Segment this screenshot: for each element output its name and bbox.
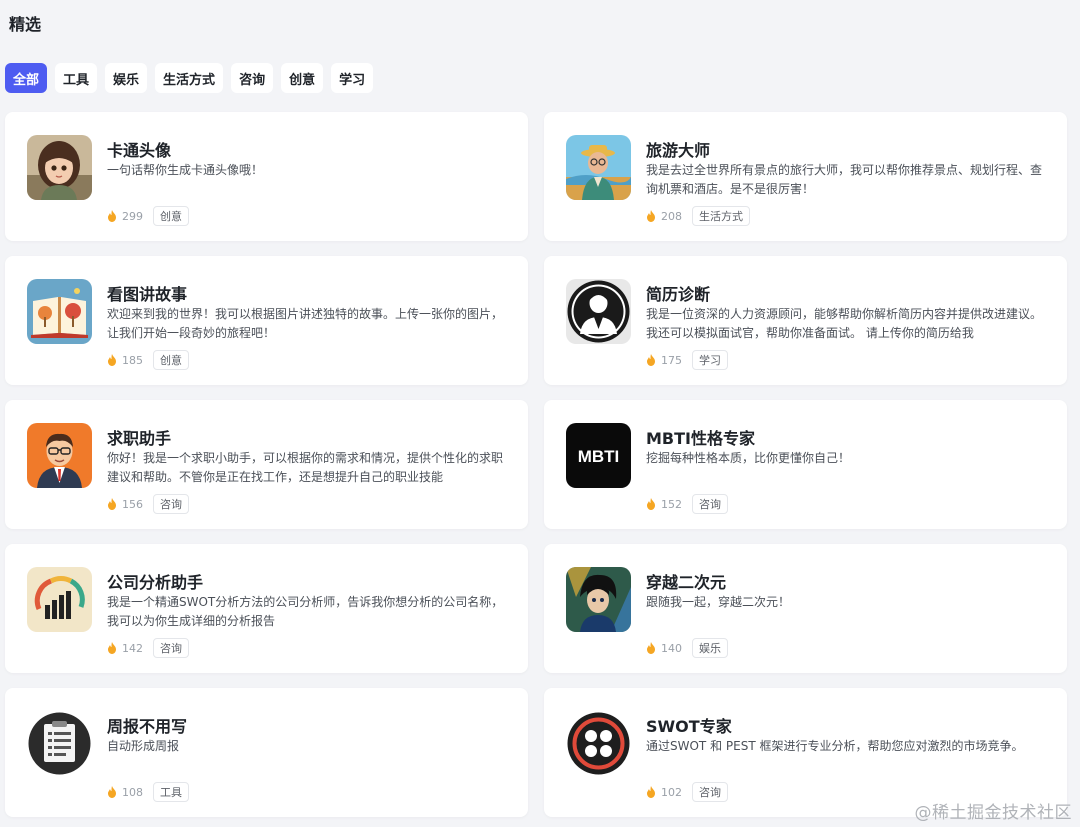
tab-lifestyle[interactable]: 生活方式: [155, 63, 224, 93]
tab-learning[interactable]: 学习: [331, 63, 374, 93]
usage-count: 142: [122, 641, 143, 655]
watermark: @稀土掘金技术社区: [914, 803, 1072, 823]
usage-count: 102: [661, 785, 682, 799]
card-meta: 175 学习: [646, 350, 728, 370]
traveler-avatar-icon: [566, 135, 631, 200]
tab-creative[interactable]: 创意: [281, 63, 324, 93]
tab-tools[interactable]: 工具: [55, 63, 98, 93]
tab-all[interactable]: 全部: [5, 63, 48, 93]
category-tag: 创意: [153, 350, 189, 370]
card-title: 穿越二次元: [646, 573, 727, 592]
usage-count: 152: [661, 497, 682, 511]
card-meta: 185 创意: [107, 350, 189, 370]
fire-icon: [647, 498, 655, 510]
card-meta: 299 创意: [107, 206, 189, 226]
bot-card-grid: 卡通头像 一句话帮你生成卡通头像哦！ 299 创意 旅游大师 我是去过全世界所有…: [5, 112, 1067, 817]
card-description: 欢迎来到我的世界！我可以根据图片讲述独特的故事。上传一张你的图片，让我们开始一段…: [107, 307, 504, 340]
swot-logo-icon: [566, 711, 631, 776]
card-title: 旅游大师: [646, 141, 711, 160]
fire-icon: [108, 786, 116, 798]
card-description: 我是一个精通SWOT分析方法的公司分析师，告诉我你想分析的公司名称，我可以为你生…: [107, 595, 504, 628]
bot-card-picture-story[interactable]: 看图讲故事 欢迎来到我的世界！我可以根据图片讲述独特的故事。上传一张你的图片，让…: [5, 256, 528, 385]
storybook-icon: [27, 279, 92, 344]
bot-card-cartoon-avatar[interactable]: 卡通头像 一句话帮你生成卡通头像哦！ 299 创意: [5, 112, 528, 241]
fire-icon: [108, 498, 116, 510]
usage-count: 208: [661, 209, 682, 223]
card-description: 跟随我一起，穿越二次元！: [646, 595, 791, 609]
report-document-icon: [27, 711, 92, 776]
bot-card-anime-world[interactable]: 穿越二次元 跟随我一起，穿越二次元！ 140 娱乐: [544, 544, 1067, 673]
anime-character-icon: [566, 567, 631, 632]
usage-count: 140: [661, 641, 682, 655]
bot-card-travel-master[interactable]: 旅游大师 我是去过全世界所有景点的旅行大师，我可以帮你推荐景点、规划行程、查询机…: [544, 112, 1067, 241]
hr-consultant-icon: [566, 279, 631, 344]
bot-card-resume-diagnosis[interactable]: 简历诊断 我是一位资深的人力资源顾问，能够帮助你解析简历内容并提供改进建议。我还…: [544, 256, 1067, 385]
card-description: 一句话帮你生成卡通头像哦！: [107, 163, 264, 177]
card-title: 看图讲故事: [107, 285, 188, 304]
bar-chart-gauge-icon: [27, 567, 92, 632]
bot-card-mbti-expert[interactable]: MBTI MBTI性格专家 挖掘每种性格本质，比你更懂你自己！ 152 咨询: [544, 400, 1067, 529]
category-tag: 咨询: [692, 782, 728, 802]
category-tag: 创意: [153, 206, 189, 226]
fire-icon: [647, 786, 655, 798]
job-assistant-icon: [27, 423, 92, 488]
usage-count: 156: [122, 497, 143, 511]
cartoon-girl-avatar-icon: [27, 135, 92, 200]
fire-icon: [108, 354, 116, 366]
fire-icon: [108, 210, 116, 222]
usage-count: 185: [122, 353, 143, 367]
mbti-logo-icon: MBTI: [566, 423, 631, 488]
card-meta: 108 工具: [107, 782, 189, 802]
usage-count: 175: [661, 353, 682, 367]
fire-icon: [647, 354, 655, 366]
card-description: 我是一位资深的人力资源顾问，能够帮助你解析简历内容并提供改进建议。我还可以模拟面…: [646, 307, 1043, 340]
card-title: 卡通头像: [107, 141, 172, 160]
usage-count: 299: [122, 209, 143, 223]
mbti-logo-text: MBTI: [578, 447, 620, 466]
card-meta: 102 咨询: [646, 782, 728, 802]
card-title: 简历诊断: [646, 285, 711, 304]
card-title: 求职助手: [107, 429, 172, 448]
card-description: 我是去过全世界所有景点的旅行大师，我可以帮你推荐景点、规划行程、查询机票和酒店。…: [646, 163, 1043, 196]
category-tag: 娱乐: [692, 638, 728, 658]
category-tag: 学习: [692, 350, 728, 370]
tab-entertainment[interactable]: 娱乐: [105, 63, 148, 93]
card-meta: 152 咨询: [646, 494, 728, 514]
card-title: SWOT专家: [646, 717, 732, 736]
card-title: 公司分析助手: [107, 573, 204, 592]
bot-card-job-assistant[interactable]: 求职助手 你好！我是一个求职小助手，可以根据你的需求和情况，提供个性化的求职建议…: [5, 400, 528, 529]
card-meta: 140 娱乐: [646, 638, 728, 658]
card-meta: 142 咨询: [107, 638, 189, 658]
category-tag: 咨询: [153, 638, 189, 658]
category-tag: 咨询: [692, 494, 728, 514]
section-title: 精选: [9, 15, 42, 34]
bot-card-company-analysis[interactable]: 公司分析助手 我是一个精通SWOT分析方法的公司分析师，告诉我你想分析的公司名称…: [5, 544, 528, 673]
card-description: 通过SWOT 和 PEST 框架进行专业分析，帮助您应对激烈的市场竞争。: [646, 739, 1024, 753]
usage-count: 108: [122, 785, 143, 799]
card-description: 自动形成周报: [107, 739, 180, 753]
card-description: 挖掘每种性格本质，比你更懂你自己！: [646, 451, 851, 465]
fire-icon: [108, 642, 116, 654]
category-tag: 生活方式: [692, 206, 750, 226]
category-tag: 咨询: [153, 494, 189, 514]
bot-card-weekly-report[interactable]: 周报不用写 自动形成周报 108 工具: [5, 688, 528, 817]
card-meta: 208 生活方式: [646, 206, 750, 226]
card-description: 你好！我是一个求职小助手，可以根据你的需求和情况，提供个性化的求职建议和帮助。不…: [107, 451, 504, 484]
card-meta: 156 咨询: [107, 494, 189, 514]
tab-consulting[interactable]: 咨询: [231, 63, 274, 93]
category-tag: 工具: [153, 782, 189, 802]
fire-icon: [647, 642, 655, 654]
category-tabs: 全部 工具 娱乐 生活方式 咨询 创意 学习: [5, 63, 374, 93]
card-title: 周报不用写: [107, 717, 188, 736]
card-title: MBTI性格专家: [646, 429, 755, 448]
fire-icon: [647, 210, 655, 222]
